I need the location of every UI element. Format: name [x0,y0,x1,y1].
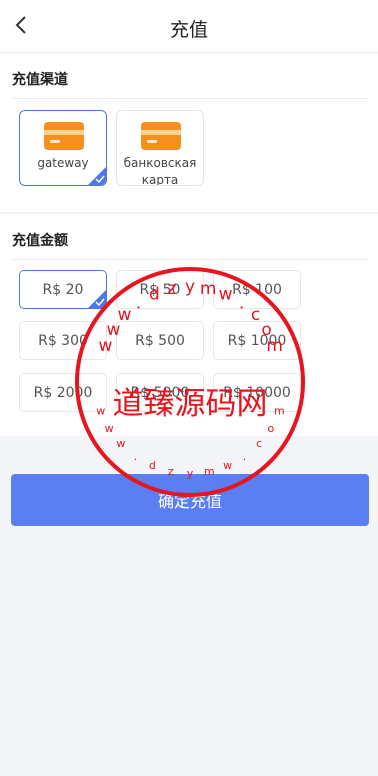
channel-section-title: 充值渠道 [12,72,68,88]
amount-label: R$ 300 [38,332,88,349]
top-nav-bar: 充值 [0,0,378,53]
channel-option-gateway[interactable]: gateway [19,110,107,186]
amount-option[interactable]: R$ 1000 [213,321,301,360]
divider [12,259,368,260]
watermark-url-char: . [134,450,138,463]
watermark-url-char: d [149,459,156,472]
credit-card-icon [141,122,181,150]
amount-option[interactable]: R$ 10000 [213,373,301,412]
check-corner-icon [88,167,106,185]
amount-label: R$ 1000 [227,332,287,349]
amount-option[interactable]: R$ 100 [213,270,301,309]
amount-option[interactable]: R$ 300 [19,321,107,360]
divider [12,98,368,99]
amount-label: R$ 500 [135,332,185,349]
channel-option-bank-card[interactable]: банковская карта [116,110,204,186]
page-title: 充值 [169,19,208,41]
channel-section: 充值渠道 gateway банковская карта [0,53,378,212]
watermark-url-char: c [256,437,262,450]
amount-option[interactable]: R$ 2000 [19,373,107,412]
amount-label: R$ 50 [139,281,181,298]
amount-label: R$ 100 [232,281,282,298]
watermark-url-char: w [223,459,232,472]
amount-option[interactable]: R$ 5000 [116,373,204,412]
amount-option[interactable]: R$ 500 [116,321,204,360]
amount-option[interactable]: R$ 20 [19,270,107,309]
amount-section-title: 充值金额 [12,233,68,249]
channel-label: банковская карта [123,156,197,186]
amount-label: R$ 20 [42,281,84,298]
confirm-recharge-button[interactable]: 确定充值 [11,474,369,526]
confirm-button-label: 确定充值 [157,492,222,511]
amount-label: R$ 2000 [33,384,93,401]
amount-label: R$ 10000 [223,384,291,401]
amount-label: R$ 5000 [130,384,190,401]
watermark-url-char: . [243,450,247,463]
check-corner-icon [88,290,106,308]
amount-section: 充值金额 R$ 20 R$ 50 R$ 100 R$ 300 R$ 500 R$… [0,214,378,436]
credit-card-icon [44,122,84,150]
watermark-url-char: w [116,437,125,450]
amount-option[interactable]: R$ 50 [116,270,204,309]
